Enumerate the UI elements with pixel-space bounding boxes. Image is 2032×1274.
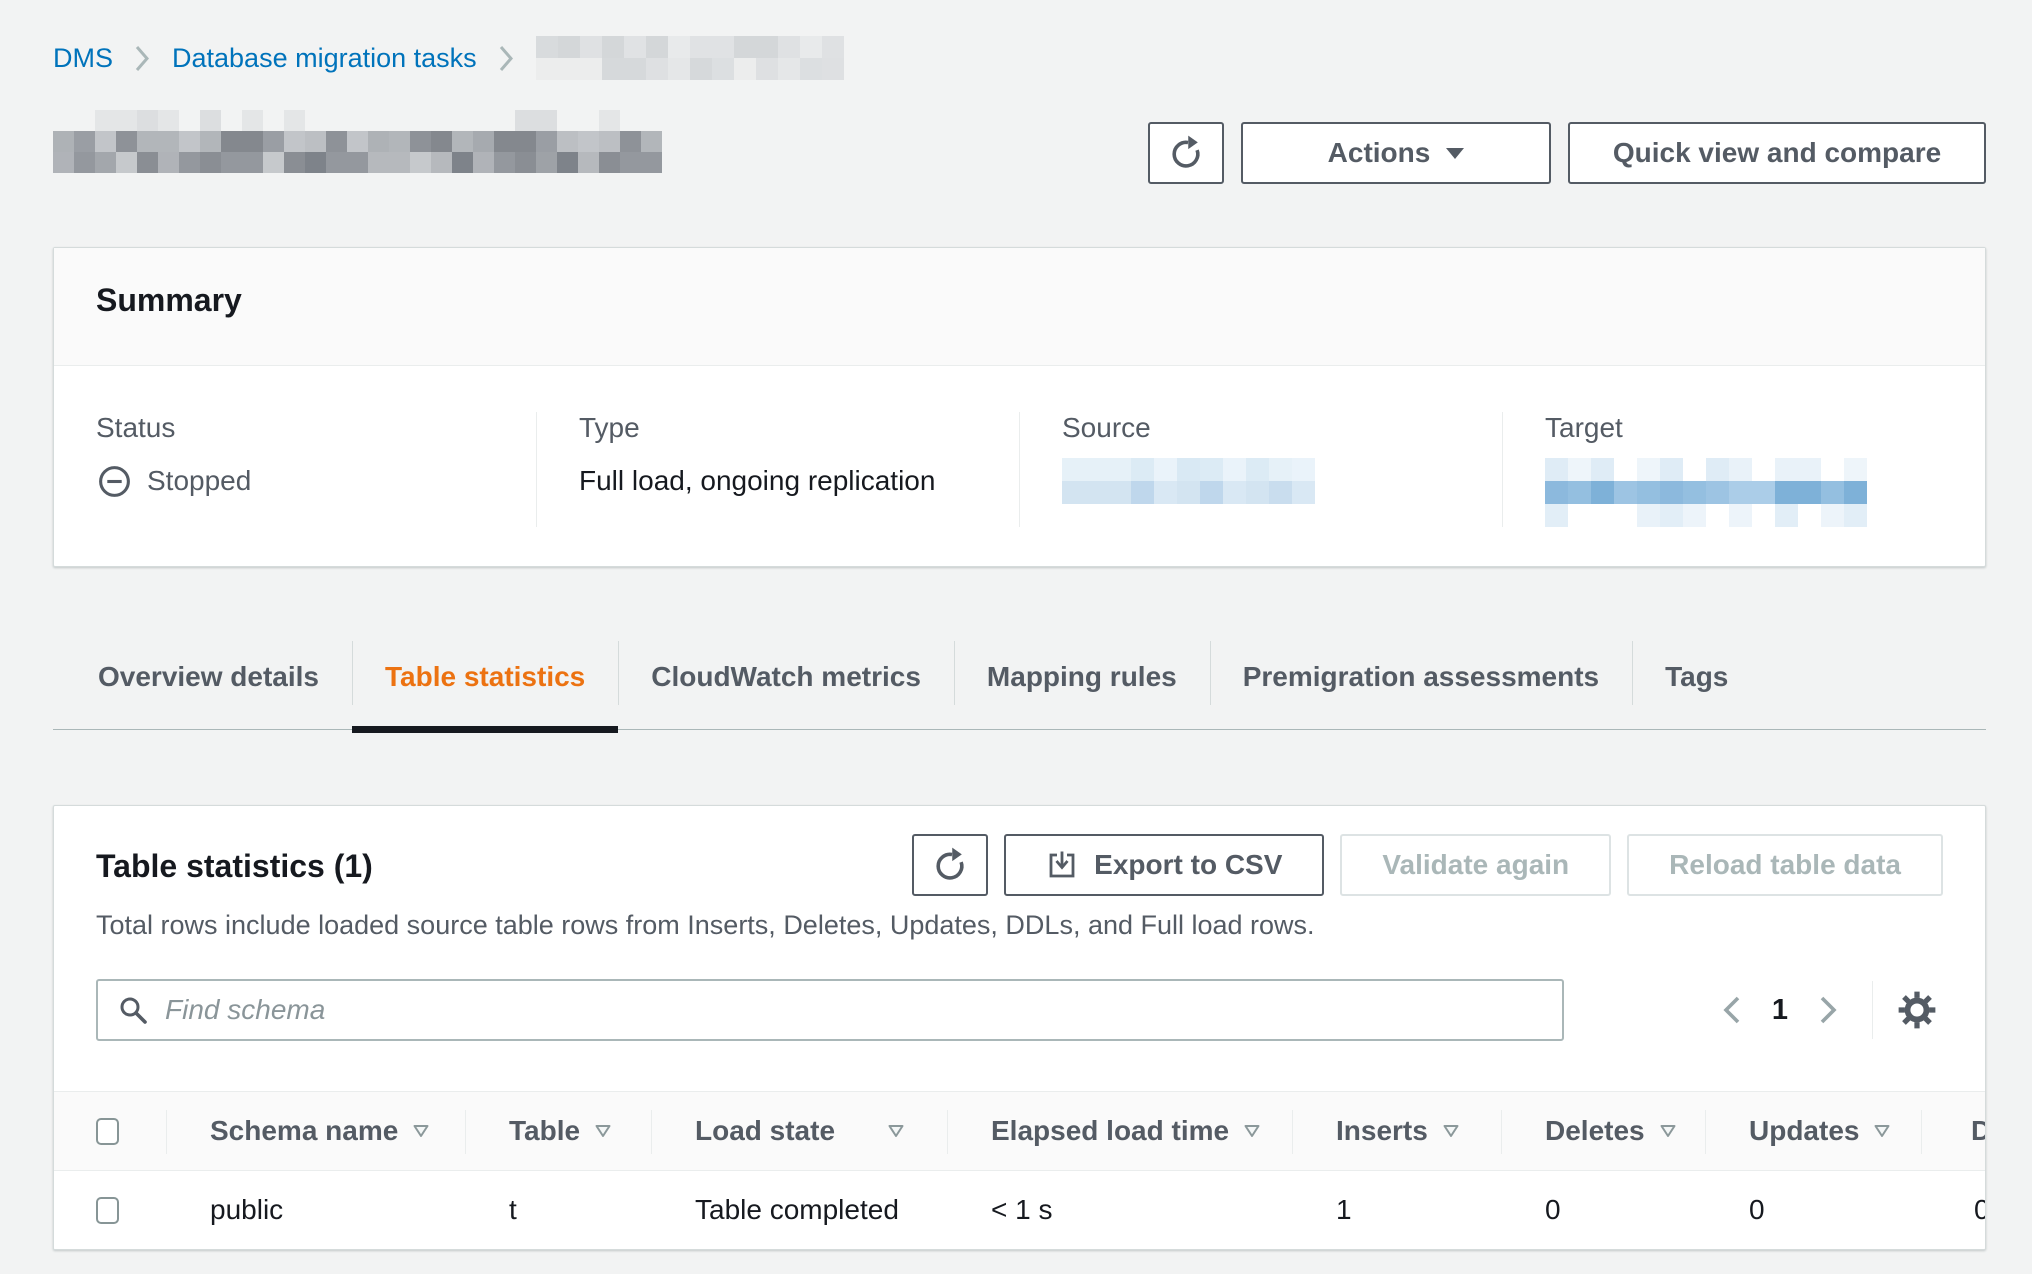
column-header-load-state[interactable]: Load state [651, 1092, 947, 1170]
status-value: Stopped [147, 465, 251, 497]
sort-icon[interactable] [1873, 1124, 1891, 1138]
cell-deletes: 0 [1501, 1171, 1705, 1249]
column-header-updates[interactable]: Updates [1705, 1092, 1921, 1170]
sort-icon[interactable] [1659, 1124, 1677, 1138]
column-header-deletes[interactable]: Deletes [1501, 1092, 1705, 1170]
search-input[interactable] [165, 994, 1542, 1026]
source-label: Source [1062, 412, 1460, 444]
breadcrumb-dms[interactable]: DMS [53, 43, 113, 74]
source-value-redacted[interactable] [1062, 458, 1315, 504]
sort-icon[interactable] [412, 1124, 430, 1138]
caret-down-icon [1446, 148, 1464, 159]
table-refresh-button[interactable] [912, 834, 988, 896]
cell-inserts: 1 [1292, 1171, 1501, 1249]
tab-bar: Overview details Table statistics CloudW… [53, 637, 1986, 730]
cell-schema-name: public [166, 1171, 465, 1249]
sort-icon[interactable] [1442, 1124, 1460, 1138]
sort-icon[interactable] [594, 1124, 612, 1138]
tab-premigration-assessments[interactable]: Premigration assessments [1210, 637, 1632, 729]
pagination: 1 [1706, 981, 1943, 1039]
tab-cloudwatch-metrics[interactable]: CloudWatch metrics [618, 637, 954, 729]
summary-field-status: Status Stopped [54, 412, 536, 527]
search-icon [118, 995, 149, 1026]
gear-icon [1896, 989, 1938, 1031]
row-checkbox[interactable] [96, 1197, 119, 1224]
status-label: Status [96, 412, 494, 444]
breadcrumb-tasks[interactable]: Database migration tasks [172, 43, 477, 74]
chevron-left-icon [1721, 994, 1742, 1026]
page-header: Actions Quick view and compare [53, 110, 1986, 184]
refresh-button[interactable] [1148, 122, 1224, 184]
tab-tags[interactable]: Tags [1632, 637, 1761, 729]
column-header-ddls[interactable]: DDLs [1921, 1092, 1986, 1170]
validate-again-button[interactable]: Validate again [1340, 834, 1611, 896]
summary-card: Summary Status Stopped Type [53, 247, 1986, 567]
summary-title: Summary [96, 282, 1943, 319]
page-actions: Actions Quick view and compare [1148, 122, 1986, 184]
quick-view-compare-button[interactable]: Quick view and compare [1568, 122, 1986, 184]
refresh-icon [1168, 135, 1204, 171]
summary-card-header: Summary [54, 248, 1985, 366]
stopped-status-icon [96, 463, 133, 500]
reload-table-data-button[interactable]: Reload table data [1627, 834, 1943, 896]
table-row: public t Table completed < 1 s 1 0 0 0 [54, 1171, 1985, 1249]
table-header-row: Schema name Table Load state Elapsed loa… [54, 1092, 1985, 1171]
validate-button-label: Validate again [1382, 849, 1569, 881]
cell-updates: 0 [1705, 1171, 1921, 1249]
sort-icon[interactable] [887, 1124, 905, 1138]
next-page-button[interactable] [1802, 984, 1854, 1036]
table-statistics-card: Table statistics (1) [53, 805, 1986, 1250]
tab-overview-details[interactable]: Overview details [65, 637, 352, 729]
summary-field-target: Target [1502, 412, 1985, 527]
page-title-redacted [53, 110, 662, 173]
export-button-label: Export to CSV [1094, 849, 1282, 881]
cell-ddls: 0 [1921, 1171, 1986, 1249]
table-settings-button[interactable] [1891, 984, 1943, 1036]
previous-page-button[interactable] [1706, 984, 1758, 1036]
breadcrumb-chevron-icon [135, 45, 150, 72]
table-statistics-table: Schema name Table Load state Elapsed loa… [54, 1091, 1985, 1249]
tab-table-statistics[interactable]: Table statistics [352, 637, 618, 729]
tab-mapping-rules[interactable]: Mapping rules [954, 637, 1210, 729]
chevron-right-icon [1818, 994, 1839, 1026]
page-number: 1 [1772, 994, 1788, 1027]
breadcrumb-current-redacted [536, 36, 844, 80]
column-header-table[interactable]: Table [465, 1092, 651, 1170]
export-to-csv-button[interactable]: Export to CSV [1004, 834, 1324, 896]
sort-icon[interactable] [1243, 1124, 1261, 1138]
type-value: Full load, ongoing replication [579, 465, 935, 497]
target-label: Target [1545, 412, 1943, 444]
download-icon [1046, 849, 1078, 881]
reload-button-label: Reload table data [1669, 849, 1901, 881]
summary-grid: Status Stopped Type Full load, ongoing r… [54, 366, 1985, 566]
column-header-elapsed-load-time[interactable]: Elapsed load time [947, 1092, 1292, 1170]
target-value-redacted[interactable] [1545, 458, 1867, 527]
cell-load-state: Table completed [651, 1171, 947, 1249]
column-header-inserts[interactable]: Inserts [1292, 1092, 1501, 1170]
summary-field-type: Type Full load, ongoing replication [536, 412, 1019, 527]
type-label: Type [579, 412, 977, 444]
actions-button-label: Actions [1328, 137, 1431, 169]
cell-table: t [465, 1171, 651, 1249]
table-statistics-description: Total rows include loaded source table r… [54, 896, 1985, 941]
schema-search [96, 979, 1564, 1041]
quick-view-button-label: Quick view and compare [1613, 137, 1941, 169]
breadcrumb-chevron-icon [499, 45, 514, 72]
select-all-checkbox[interactable] [96, 1118, 119, 1145]
column-header-schema-name[interactable]: Schema name [166, 1092, 465, 1170]
summary-field-source: Source [1019, 412, 1502, 527]
page: DMS Database migration tasks Actions [53, 0, 1986, 1250]
breadcrumb: DMS Database migration tasks [53, 0, 1986, 80]
table-statistics-actions: Export to CSV Validate again Reload tabl… [912, 834, 1943, 896]
cell-elapsed-load-time: < 1 s [947, 1171, 1292, 1249]
refresh-icon [932, 847, 968, 883]
table-statistics-title: Table statistics (1) [96, 848, 373, 885]
pagination-divider [1872, 981, 1873, 1039]
actions-button[interactable]: Actions [1241, 122, 1551, 184]
